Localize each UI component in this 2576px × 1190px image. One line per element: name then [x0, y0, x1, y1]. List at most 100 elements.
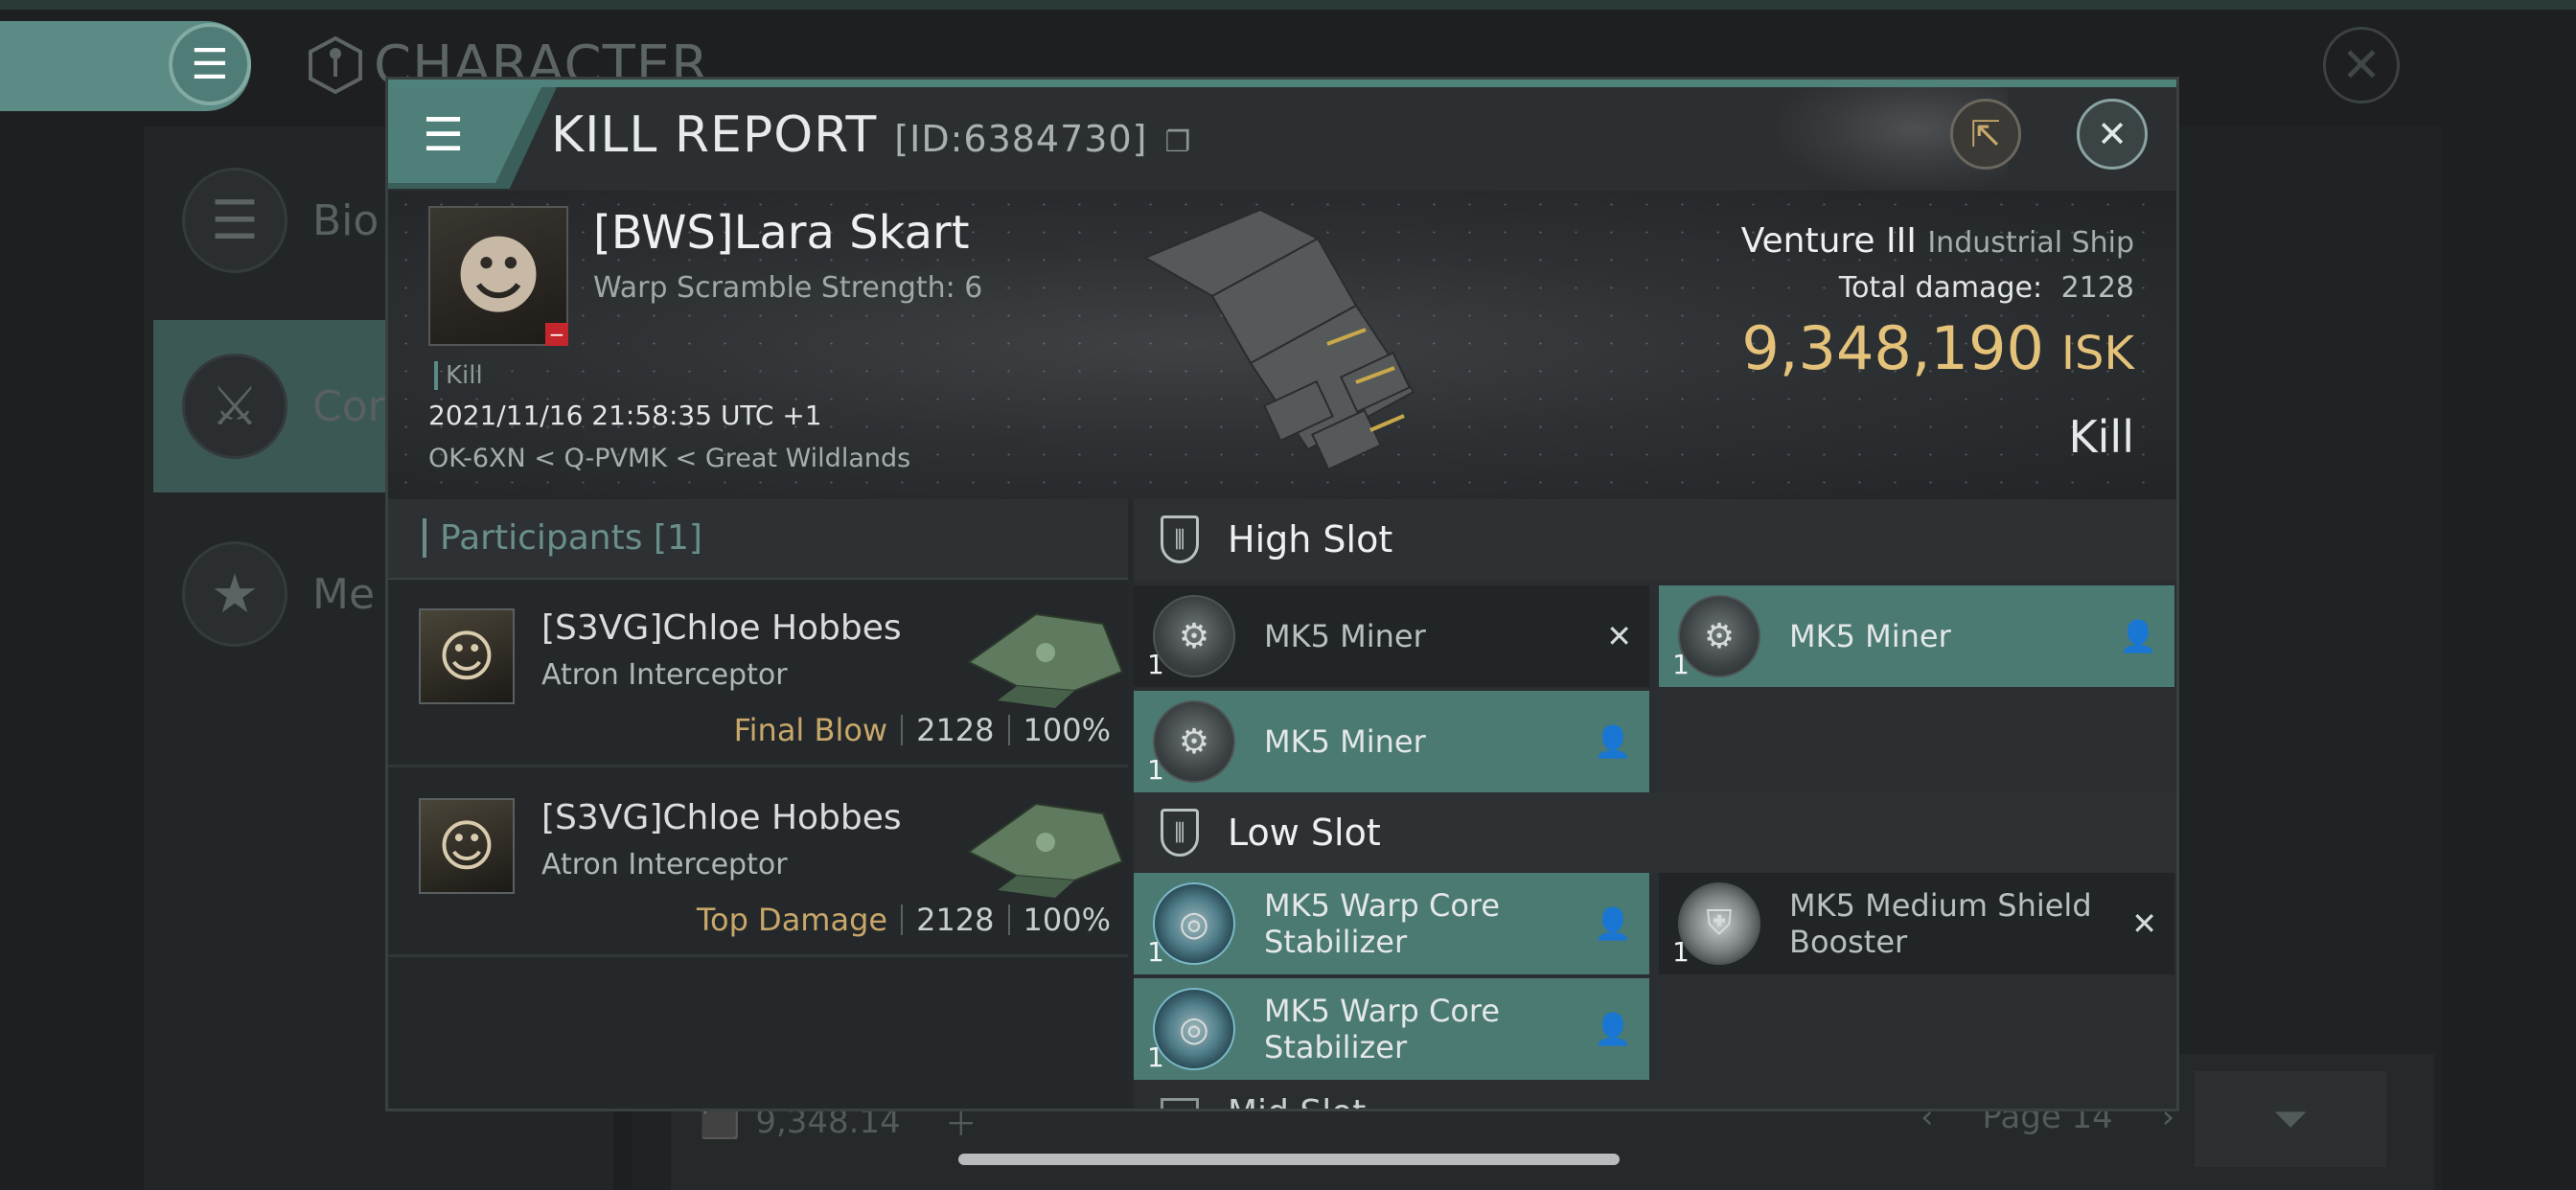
kill-report-dialog: ☰ KILL REPORT [ID:6384730] ❐ ⇱ ✕ ☻ − [BW…	[385, 77, 2179, 1111]
participant-tag: Top Damage	[696, 902, 888, 938]
module-item[interactable]: ◎ 1 MK5 Warp Core Stabilizer 👤	[1134, 873, 1649, 974]
participant-name: [S3VG]Chloe Hobbes	[541, 608, 902, 648]
module-qty: 1	[1147, 649, 1164, 680]
module-item[interactable]: ⚙ 1 MK5 Miner 👤	[1659, 585, 2174, 687]
list-icon: ☰	[182, 168, 288, 273]
share-icon[interactable]: ⇱	[1950, 99, 2021, 170]
negative-standing-badge: −	[545, 323, 568, 346]
dialog-title-text: KILL REPORT	[551, 106, 878, 164]
participant-stats: Final Blow 2128 100%	[734, 712, 1111, 748]
participants-header: Participants [1]	[388, 499, 1128, 580]
module-qty: 1	[1672, 936, 1690, 968]
participant-avatar[interactable]: ☺	[419, 608, 515, 704]
bg-hamburger-icon[interactable]: ☰	[169, 23, 251, 105]
person-icon: 👤	[1594, 905, 1632, 942]
high-slot-label: High Slot	[1228, 518, 1393, 561]
module-qty: 1	[1147, 936, 1164, 968]
participant-row[interactable]: ☺ [S3VG]Chloe Hobbes Atron Interceptor F…	[388, 580, 1128, 767]
bg-menu-row-label: Me	[312, 569, 376, 619]
character-body-icon	[309, 35, 362, 95]
module-qty: 1	[1672, 649, 1690, 680]
high-slot-header: ⫼ High Slot	[1134, 499, 2176, 580]
low-slot-icon: ⫼	[1161, 809, 1199, 857]
top-status-line	[0, 0, 2576, 10]
mid-slot-icon	[1161, 1098, 1199, 1109]
person-icon: 👤	[1594, 723, 1632, 760]
stat-divider	[1007, 715, 1010, 745]
fitting-panel: ⫼ High Slot ⚙ 1 MK5 Miner ✕ ⚙ 1 MK5 Mine…	[1134, 499, 2176, 1110]
participant-row[interactable]: ☺ [S3VG]Chloe Hobbes Atron Interceptor T…	[388, 769, 1128, 957]
star-badge-icon: ★	[182, 541, 288, 647]
bg-close-icon[interactable]: ✕	[2323, 27, 2400, 103]
participant-percent: 100%	[1023, 712, 1111, 748]
bg-menu-row-label: Cor	[312, 381, 385, 431]
participant-damage: 2128	[916, 902, 995, 938]
dialog-top-stripe	[388, 80, 2176, 87]
atron-ship-image	[967, 802, 1124, 898]
module-item[interactable]: ⛨ 1 MK5 Medium Shield Booster ✕	[1659, 873, 2174, 974]
dialog-title: KILL REPORT [ID:6384730] ❐	[551, 106, 1191, 164]
filter-icon[interactable]: ⏷	[2195, 1071, 2386, 1167]
module-name: MK5 Medium Shield Booster	[1789, 886, 2092, 960]
module-name: MK5 Miner	[1264, 617, 1426, 654]
participant-tag: Final Blow	[733, 712, 888, 748]
mid-slot-header: Mid Slot	[1134, 1093, 2176, 1110]
ship-name[interactable]: Venture III Industrial Ship	[1741, 221, 2134, 261]
victim-hero: ☻ − [BWS]Lara Skart Warp Scramble Streng…	[388, 191, 2176, 499]
warp-scramble-strength: Warp Scramble Strength: 6	[593, 271, 983, 305]
low-slot-label: Low Slot	[1228, 812, 1381, 854]
module-name: MK5 Warp Core Stabilizer	[1264, 992, 1501, 1065]
module-name: MK5 Miner	[1264, 722, 1426, 760]
miner-icon: ⚙	[1678, 595, 1760, 677]
miner-icon: ⚙	[1153, 700, 1235, 783]
module-item[interactable]: ⚙ 1 MK5 Miner ✕	[1134, 585, 1649, 687]
total-damage-value: 2128	[2060, 271, 2134, 305]
participants-panel: Participants [1] ☺ [S3VG]Chloe Hobbes At…	[388, 499, 1128, 1109]
kill-tag: Kill	[434, 361, 483, 390]
report-id: [ID:6384730]	[894, 118, 1148, 160]
warp-core-stabilizer-icon: ◎	[1153, 988, 1235, 1070]
participant-damage: 2128	[916, 712, 995, 748]
warp-core-stabilizer-icon: ◎	[1153, 882, 1235, 965]
bg-menu-row-label: Bio	[312, 195, 380, 245]
kill-datetime: 2021/11/16 21:58:35 UTC +1	[428, 400, 822, 431]
isk-unit: ISK	[2060, 327, 2134, 380]
participant-ship: Atron Interceptor	[541, 848, 788, 881]
total-damage: Total damage: 2128	[1839, 271, 2134, 305]
participant-ship: Atron Interceptor	[541, 658, 788, 692]
stat-divider	[901, 904, 904, 935]
isk-amount: 9,348,190	[1741, 313, 2044, 383]
participant-avatar[interactable]: ☺	[419, 798, 515, 894]
result-label: Kill	[2068, 411, 2134, 463]
module-name: MK5 Miner	[1789, 617, 1951, 654]
module-item[interactable]: ◎ 1 MK5 Warp Core Stabilizer 👤	[1134, 978, 1649, 1080]
person-icon: 👤	[1594, 1011, 1632, 1047]
module-name: MK5 Warp Core Stabilizer	[1264, 886, 1501, 960]
mid-slot-label: Mid Slot	[1228, 1093, 1366, 1110]
shield-booster-icon: ⛨	[1678, 882, 1760, 965]
participants-title: Participants [1]	[423, 518, 702, 558]
participant-name: [S3VG]Chloe Hobbes	[541, 798, 902, 837]
atron-ship-image	[967, 612, 1124, 708]
module-qty: 1	[1147, 754, 1164, 786]
low-slot-header: ⫼ Low Slot	[1134, 792, 2176, 873]
person-icon: 👤	[2119, 618, 2157, 654]
module-item[interactable]: ⚙ 1 MK5 Miner 👤	[1134, 691, 1649, 792]
ship-name-text: Venture III	[1740, 221, 1917, 261]
home-indicator[interactable]	[958, 1154, 1620, 1165]
stat-divider	[901, 715, 904, 745]
ship-image[interactable]	[1126, 200, 1442, 488]
total-damage-label: Total damage:	[1838, 271, 2043, 305]
participant-percent: 100%	[1023, 902, 1111, 938]
victim-name[interactable]: [BWS]Lara Skart	[593, 206, 970, 260]
isk-value: 9,348,190 ISK	[1741, 313, 2134, 383]
close-icon[interactable]: ✕	[2077, 99, 2148, 170]
participant-stats: Top Damage 2128 100%	[697, 902, 1111, 938]
miner-icon: ⚙	[1153, 595, 1235, 677]
ship-class: Industrial Ship	[1927, 226, 2134, 260]
module-qty: 1	[1147, 1041, 1164, 1073]
swords-icon: ⚔	[182, 354, 288, 459]
high-slot-icon: ⫼	[1161, 515, 1199, 563]
kill-location[interactable]: OK-6XN < Q-PVMK < Great Wildlands	[428, 444, 910, 473]
copy-icon[interactable]: ❐	[1164, 126, 1191, 159]
